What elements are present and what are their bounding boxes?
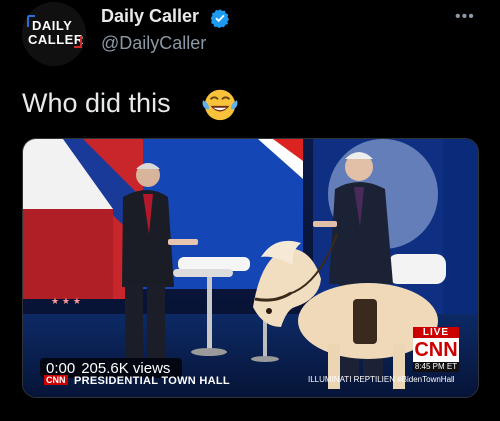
video-time: 0:00 <box>46 359 76 377</box>
broadcast-lower-third: CNN PRESIDENTIAL TOWN HALL ILLUMINATI RE… <box>40 375 460 389</box>
live-label: LIVE <box>413 327 459 338</box>
channel-logo: CNN <box>413 338 459 362</box>
tweet-text: Who did this <box>22 88 171 118</box>
more-horizontal-icon[interactable]: ••• <box>455 8 475 26</box>
author-display-name[interactable]: Daily Caller <box>101 6 199 27</box>
svg-text:★ ★ ★: ★ ★ ★ <box>51 297 81 307</box>
live-channel-bug: LIVE CNN 8:45 PM ET <box>413 327 459 372</box>
lower-third-hashtags: ILLUMINATI REPTILIEN #BidenTownHall <box>308 375 455 384</box>
broadcast-clock: 8:45 PM ET <box>413 362 459 372</box>
avatar[interactable]: DAILY CALLER <box>22 2 86 66</box>
logo-bracket-right <box>74 36 82 48</box>
author-handle[interactable]: @DailyCaller <box>101 33 206 54</box>
laughing-with-tears-emoji-icon <box>202 89 238 121</box>
lower-third-title: PRESIDENTIAL TOWN HALL <box>74 375 230 387</box>
verified-badge-icon <box>210 9 230 28</box>
avatar-logo-line1: DAILY <box>32 18 73 33</box>
video-views: 205.6K views <box>81 359 171 377</box>
lower-third-network-logo: CNN <box>44 375 68 385</box>
